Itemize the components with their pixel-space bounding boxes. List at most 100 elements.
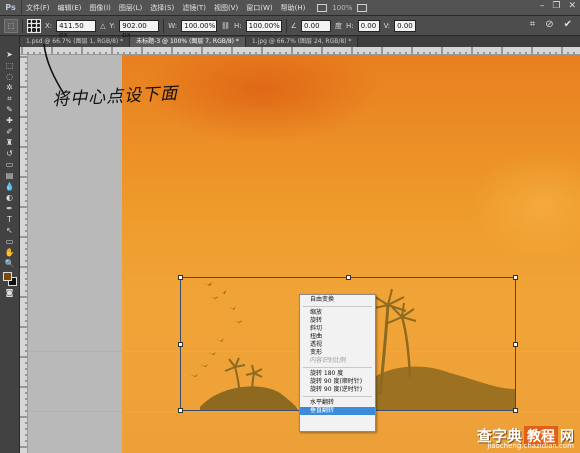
brush-tool-icon[interactable]: ✐ [3,127,17,136]
photoshop-logo: Ps [0,0,22,16]
crop-tool-icon[interactable]: ⌗ [3,94,17,103]
menu-item-3[interactable]: 图层(L) [115,3,146,13]
reference-point-icon[interactable] [27,18,41,33]
quick-mask-icon[interactable]: ◙ [3,288,17,297]
screen-mode-icon[interactable] [317,3,328,12]
vskew-field[interactable]: 0.00 [394,19,417,32]
context-menu: 自由变换缩放 旋转 斜切 扭曲 透视 变形 内容识别比例旋转 180 度旋转 90 度(顺时… [299,294,376,432]
warp-icon[interactable]: ⌗ [530,19,536,30]
dodge-tool-icon[interactable]: ◐ [3,193,17,202]
menu-item-4[interactable]: 选择(S) [146,3,178,13]
degree-icon: 度 [334,21,342,30]
ruler-vertical[interactable] [20,55,28,453]
hskew-field[interactable]: 0.00 [357,19,380,32]
menu-separator [303,306,372,307]
link-icon[interactable]: ⛓ [221,22,230,30]
menu-item-6[interactable]: 视图(V) [210,3,242,13]
context-menu-item[interactable]: 垂直翻转 [300,407,375,415]
cancel-icon[interactable]: ⊘ [545,19,553,30]
transform-tool-icon[interactable]: ⬚ [4,18,18,33]
h-label: H: [234,21,242,30]
vskew-label: V: [383,21,391,30]
zoom-level[interactable]: 100% [332,4,352,12]
marquee-tool-icon[interactable]: ⬚ [3,61,17,70]
tab-document-2[interactable]: 未标题-3 @ 100% (图层 7, RGB/8) * [130,37,246,47]
arrange-icon[interactable] [357,3,368,12]
blur-tool-icon[interactable]: 💧 [3,182,17,191]
menu-extra-controls: 100% [317,3,368,12]
context-menu-item[interactable]: 扭曲 [300,333,375,341]
menu-separator [303,367,372,368]
h-field[interactable]: 100.00% [245,19,282,32]
minimize-icon[interactable]: – [540,1,545,11]
transform-handle[interactable] [513,408,518,413]
context-menu-item[interactable]: 旋转 90 度(逆时针) [300,386,375,394]
context-menu-item[interactable]: 旋转 90 度(顺时针) [300,378,375,386]
transform-handle[interactable] [513,275,518,280]
y-label: Y: [109,21,116,30]
healing-brush-icon[interactable]: ✚ [3,116,17,125]
divider [22,18,23,33]
quick-select-icon[interactable]: ✲ [3,83,17,92]
context-menu-item[interactable]: 缩放 [300,309,375,317]
context-menu-item[interactable]: 斜切 [300,325,375,333]
w-label: W: [168,21,178,30]
close-icon[interactable]: ✕ [568,1,576,11]
w-field[interactable]: 100.00% [181,19,218,32]
menu-item-5[interactable]: 滤镜(T) [178,3,210,13]
restore-icon[interactable]: ❐ [552,1,560,11]
x-label: X: [45,21,53,30]
eyedropper-icon[interactable]: ✎ [3,105,17,114]
zoom-tool-icon[interactable]: 🔍 [3,259,17,268]
context-menu-item[interactable]: 自由变换 [300,296,375,304]
shape-tool-icon[interactable]: ▭ [3,237,17,246]
lasso-tool-icon[interactable]: ◌ [3,72,17,81]
context-menu-item: 内容识别比例 [310,357,347,364]
angle-icon: ∠ [290,21,297,30]
context-menu-item[interactable]: 水平翻转 [300,399,375,407]
divider [285,18,287,33]
ruler-horizontal[interactable] [20,47,580,55]
history-brush-icon[interactable]: ↺ [3,149,17,158]
path-select-icon[interactable]: ↖ [3,226,17,235]
transform-handle[interactable] [178,408,183,413]
menu-item-1[interactable]: 编辑(E) [54,3,86,13]
hand-tool-icon[interactable]: ✋ [3,248,17,257]
color-swatches[interactable] [2,272,17,286]
menu-item-8[interactable]: 帮助(H) [277,3,310,13]
menu-item-2[interactable]: 图像(I) [85,3,115,13]
document-tabs: 1.psd @ 66.7% (图层 1, RGB/8) * 未标题-3 @ 10… [20,37,580,47]
divider [163,18,165,33]
transform-handle[interactable] [178,342,183,347]
menu-bar: Ps 文件(F) 编辑(E) 图像(I) 图层(L) 选择(S) 滤镜(T) 视图(V) 窗口… [0,0,580,16]
y-field[interactable]: 902.00 px [119,19,160,39]
context-menu-item[interactable]: 旋转 180 度 [300,370,375,378]
tab-document-3[interactable]: 1.jpg @ 66.7% (图层 24, RGB/8) * [245,37,359,47]
gradient-tool-icon[interactable]: ▤ [3,171,17,180]
x-field[interactable]: 411.50 px [56,19,97,39]
move-tool-icon[interactable]: ➤ [3,50,17,59]
pen-tool-icon[interactable]: ✒ [3,204,17,213]
watermark-url: jiaocheng.chazidian.com [487,442,574,450]
transform-handle[interactable] [178,275,183,280]
delta-icon: △ [100,21,106,30]
context-menu-item[interactable]: 透视 [300,341,375,349]
context-menu-item[interactable]: 旋转 [300,317,375,325]
foreground-color[interactable] [2,272,12,281]
menu-item-0[interactable]: 文件(F) [22,3,54,13]
context-menu-item[interactable]: 变形 [300,349,375,357]
eraser-icon[interactable]: ▭ [3,160,17,169]
pasteboard [28,55,122,453]
menu-separator [303,396,372,397]
menu-item-7[interactable]: 窗口(W) [242,3,276,13]
transform-handle[interactable] [346,275,351,280]
type-tool-icon[interactable]: T [3,215,17,224]
commit-icon[interactable]: ✔ [564,19,572,30]
clone-stamp-icon[interactable]: ♜ [3,138,17,147]
toolbox: ➤ ⬚ ◌ ✲ ⌗ ✎ ✚ ✐ ♜ ↺ ▭ ▤ 💧 ◐ ✒ T ↖ ▭ ✋ 🔍 … [0,36,20,453]
angle-field[interactable]: 0.00 [300,19,331,32]
transform-handle[interactable] [513,342,518,347]
window-controls: – ❐ ✕ [540,1,576,11]
hskew-label: H: [345,21,354,30]
commit-controls: ⌗ ⊘ ✔ [530,19,572,30]
